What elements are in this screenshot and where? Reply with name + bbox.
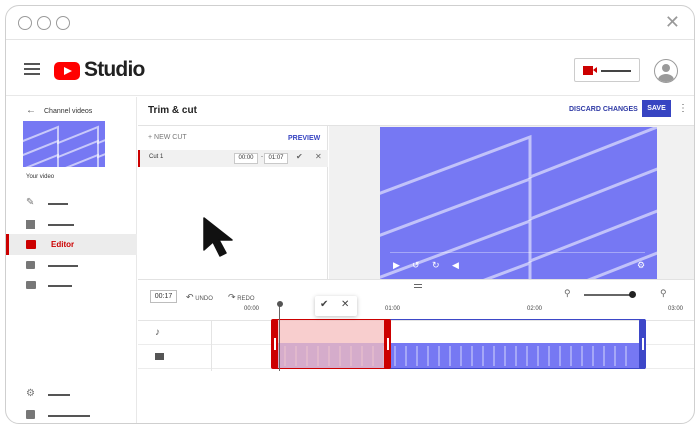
video-clip[interactable] [271, 319, 646, 369]
redo-label: REDO [237, 296, 255, 302]
timeline-tick-label: 02:00 [527, 306, 543, 312]
rewind-icon[interactable]: ↺ [412, 260, 420, 270]
check-icon[interactable]: ✔ [320, 299, 328, 310]
zoom-out-icon[interactable]: ⚲ [564, 288, 571, 299]
subtitles-icon [26, 281, 36, 289]
video-player[interactable]: ▶ ↺ ↻ ◀ ⚙ [380, 127, 657, 280]
cuts-panel: + NEW CUT PREVIEW Cut 1 00:00 - 01:07 ✔ … [138, 126, 328, 280]
timeline-tick-label: 03:00 [668, 306, 684, 312]
cut-start-input[interactable]: 00:00 [234, 153, 258, 164]
app-logo-text[interactable]: Studio [84, 58, 145, 82]
sidebar-item-label: Editor [51, 240, 75, 249]
forward-icon[interactable]: ↻ [432, 260, 440, 270]
gear-icon[interactable]: ⚙ [637, 260, 645, 270]
timeline-panel: 00:17 ↶ UNDO ↷ REDO ⚲ ⚲ 00:00 01:00 02:0… [138, 279, 694, 423]
redo-icon: ↷ [228, 292, 236, 302]
account-avatar[interactable] [654, 59, 678, 83]
close-icon[interactable]: ✕ [341, 299, 349, 310]
thumbnail-caption: Your video [26, 174, 55, 180]
play-icon[interactable]: ▶ [393, 260, 400, 270]
discard-changes-button[interactable]: DISCARD CHANGES [569, 106, 638, 113]
video-controls: ▶ ↺ ↻ ◀ ⚙ [380, 252, 657, 280]
sidebar-item-comments[interactable] [6, 255, 137, 276]
nav-label-placeholder [48, 203, 68, 205]
playhead[interactable] [276, 301, 283, 371]
nav-label-placeholder [48, 394, 70, 396]
sidebar-item-details[interactable]: ✎ [6, 193, 137, 214]
pencil-icon: ✎ [26, 197, 35, 208]
cut-confirm-popup: ✔ ✕ [315, 296, 357, 316]
timeline-tick-label: 01:00 [385, 306, 401, 312]
track-header-divider [211, 321, 212, 371]
window-close-icon[interactable]: ✕ [665, 12, 680, 32]
main-content: Trim & cut DISCARD CHANGES SAVE ⋮ + NEW … [138, 97, 694, 423]
cut-start-handle[interactable] [271, 319, 278, 369]
cut-selection-region[interactable] [274, 319, 387, 369]
mouse-pointer-icon [203, 217, 233, 257]
list-item[interactable]: Cut 1 00:00 - 01:07 ✔ ✕ [138, 150, 328, 167]
nav-label-placeholder [48, 265, 78, 267]
nav-label-placeholder [48, 415, 90, 417]
undo-icon: ↶ [186, 292, 194, 302]
film-icon [26, 240, 36, 249]
cut-end-input[interactable]: 01:07 [264, 153, 288, 164]
gear-icon: ⚙ [26, 388, 35, 399]
sidebar-item-editor[interactable]: Editor [6, 234, 137, 255]
video-thumbnail[interactable] [23, 121, 105, 167]
comment-icon [26, 261, 35, 269]
window-control-dot[interactable] [37, 16, 51, 30]
sidebar-item-subtitles[interactable] [6, 275, 137, 296]
sidebar-item-analytics[interactable] [6, 214, 137, 235]
back-label: Channel videos [44, 108, 93, 115]
back-arrow-icon: ← [26, 105, 36, 116]
window-titlebar: ✕ [6, 6, 694, 40]
preview-button[interactable]: PREVIEW [288, 135, 320, 142]
resize-handle-icon[interactable] [414, 284, 422, 290]
youtube-logo-icon [54, 62, 80, 80]
window-control-dot[interactable] [56, 16, 70, 30]
video-progress-bar[interactable] [390, 252, 645, 253]
volume-icon[interactable]: ◀ [452, 260, 459, 270]
window-control-dot[interactable] [18, 16, 32, 30]
more-options-icon[interactable]: ⋮ [678, 103, 688, 114]
sidebar-item-settings[interactable]: ⚙ [6, 384, 137, 405]
undo-label: UNDO [195, 296, 213, 302]
undo-button[interactable]: ↶ UNDO [186, 292, 213, 303]
top-app-bar: Studio [6, 44, 694, 96]
browser-window: ✕ Studio ← Channel videos Your video ✎ E… [5, 5, 695, 424]
check-icon[interactable]: ✔ [296, 152, 303, 161]
zoom-slider[interactable] [584, 294, 634, 296]
close-icon[interactable]: ✕ [315, 152, 322, 161]
time-separator: - [261, 154, 263, 160]
page-title: Trim & cut [148, 105, 197, 116]
save-button[interactable]: SAVE [642, 100, 671, 117]
music-note-icon: ♪ [155, 327, 160, 338]
cut-end-handle[interactable] [384, 319, 391, 369]
video-camera-icon [583, 66, 597, 75]
back-to-channel-videos[interactable]: ← Channel videos [26, 105, 92, 116]
timeline-tick-label: 00:00 [244, 306, 260, 312]
video-camera-icon [155, 353, 164, 360]
zoom-in-icon[interactable]: ⚲ [660, 288, 667, 299]
editor-area: + NEW CUT PREVIEW Cut 1 00:00 - 01:07 ✔ … [138, 125, 694, 280]
nav-label-placeholder [48, 285, 72, 287]
sidebar-item-feedback[interactable] [6, 405, 137, 423]
zoom-slider-knob[interactable] [629, 291, 636, 298]
create-label-placeholder [601, 70, 631, 72]
current-time-field[interactable]: 00:17 [150, 290, 177, 303]
preview-area: ▶ ↺ ↻ ◀ ⚙ [329, 126, 694, 280]
feedback-icon [26, 410, 35, 419]
sidebar: ← Channel videos Your video ✎ Editor ⚙ [6, 97, 137, 423]
create-button[interactable] [574, 58, 640, 82]
analytics-icon [26, 220, 35, 229]
thumbnail-pattern [23, 125, 105, 167]
clip-end-handle[interactable] [639, 319, 646, 369]
redo-button[interactable]: ↷ REDO [228, 292, 255, 303]
cut-name: Cut 1 [149, 154, 164, 160]
menu-icon[interactable] [24, 63, 40, 75]
new-cut-button[interactable]: + NEW CUT [148, 134, 187, 141]
nav-label-placeholder [48, 224, 74, 226]
